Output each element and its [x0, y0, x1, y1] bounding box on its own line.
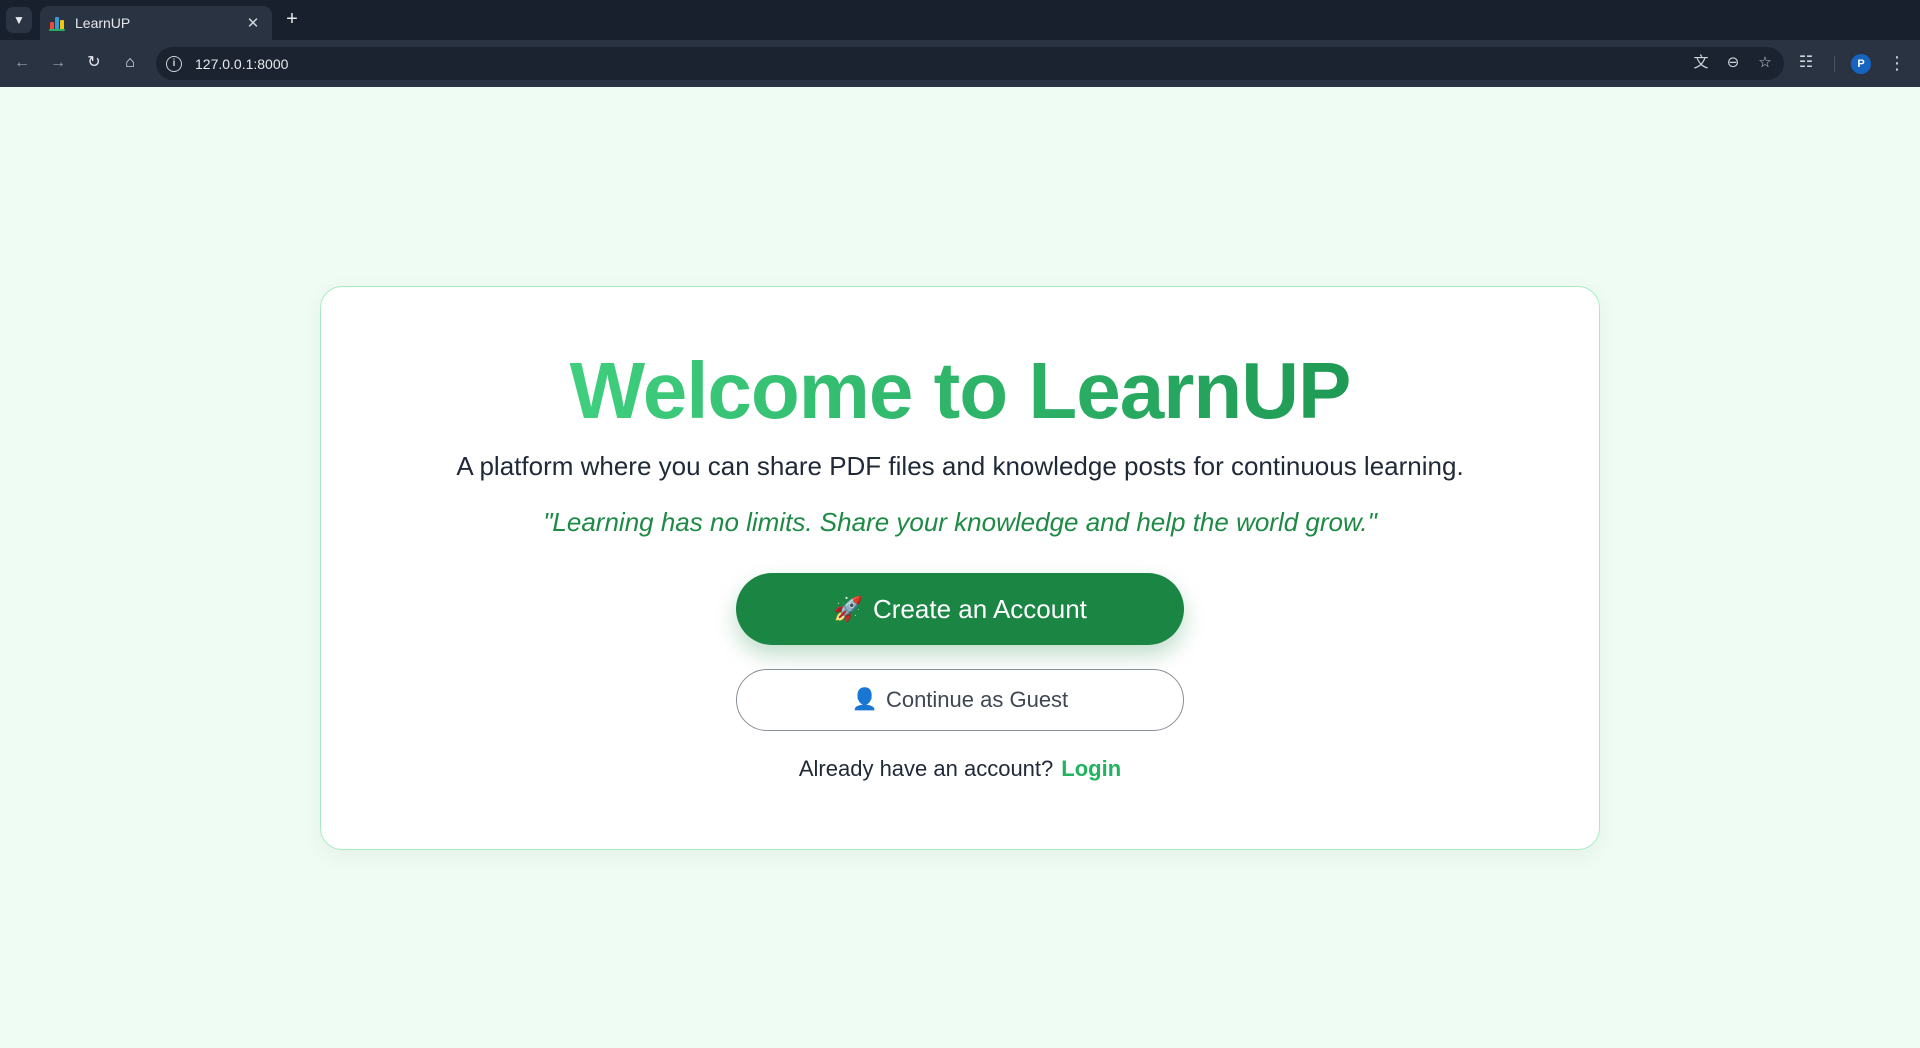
puzzle-icon[interactable]: ☷	[1792, 49, 1820, 77]
favicon-icon	[49, 15, 65, 31]
welcome-card: Welcome to LearnUP A platform where you …	[320, 286, 1600, 850]
avatar[interactable]: P	[1851, 54, 1871, 74]
url-text[interactable]: 127.0.0.1:8000	[195, 56, 288, 72]
address-bar[interactable]: i 127.0.0.1:8000 文 ⊖ ☆	[156, 47, 1784, 80]
page-title: Welcome to LearnUP	[570, 343, 1352, 439]
browser-tab[interactable]: LearnUP ✕	[40, 6, 272, 40]
login-link[interactable]: Login	[1061, 756, 1121, 782]
create-account-label: Create an Account	[872, 593, 1087, 624]
continue-as-guest-label: Continue as Guest	[885, 687, 1069, 712]
tagline: A platform where you can share PDF files…	[456, 451, 1464, 481]
arrow-left-icon[interactable]: ←	[8, 49, 36, 77]
toolbar-divider	[1834, 56, 1835, 72]
continue-as-guest-button[interactable]: 👤 Continue as Guest	[736, 669, 1184, 731]
omnibox-actions: 文 ⊖ ☆	[1688, 50, 1778, 76]
reload-icon[interactable]: ↻	[80, 49, 108, 77]
tab-title: LearnUP	[75, 15, 131, 31]
chevron-down-icon[interactable]: ▼	[6, 7, 32, 33]
create-account-button[interactable]: 🚀 Create an Account	[736, 573, 1184, 645]
browser-chrome: ▼ LearnUP ✕ + ← → ↻ ⌂ i 127.0.0.1:8000 文…	[0, 0, 1920, 87]
translate-icon[interactable]: 文	[1688, 50, 1714, 76]
quote: "Learning has no limits. Share your know…	[543, 507, 1377, 537]
kebab-menu-icon[interactable]: ⋮	[1884, 49, 1910, 77]
person-icon: 👤	[851, 688, 878, 711]
rocket-icon: 🚀	[833, 595, 863, 623]
login-prompt-row: Already have an account? Login	[799, 756, 1121, 782]
login-prompt: Already have an account?	[798, 756, 1054, 781]
close-icon[interactable]: ✕	[244, 14, 262, 32]
star-icon[interactable]: ☆	[1752, 50, 1778, 76]
new-tab-icon[interactable]: +	[280, 8, 304, 32]
zoom-out-icon[interactable]: ⊖	[1720, 50, 1746, 76]
browser-toolbar: ← → ↻ ⌂ i 127.0.0.1:8000 文 ⊖ ☆ ☷ P ⋮	[0, 40, 1920, 87]
home-icon[interactable]: ⌂	[116, 49, 144, 77]
site-info-icon[interactable]: i	[166, 55, 182, 72]
arrow-right-icon[interactable]: →	[44, 49, 72, 77]
tab-strip: ▼ LearnUP ✕ +	[0, 0, 1920, 40]
